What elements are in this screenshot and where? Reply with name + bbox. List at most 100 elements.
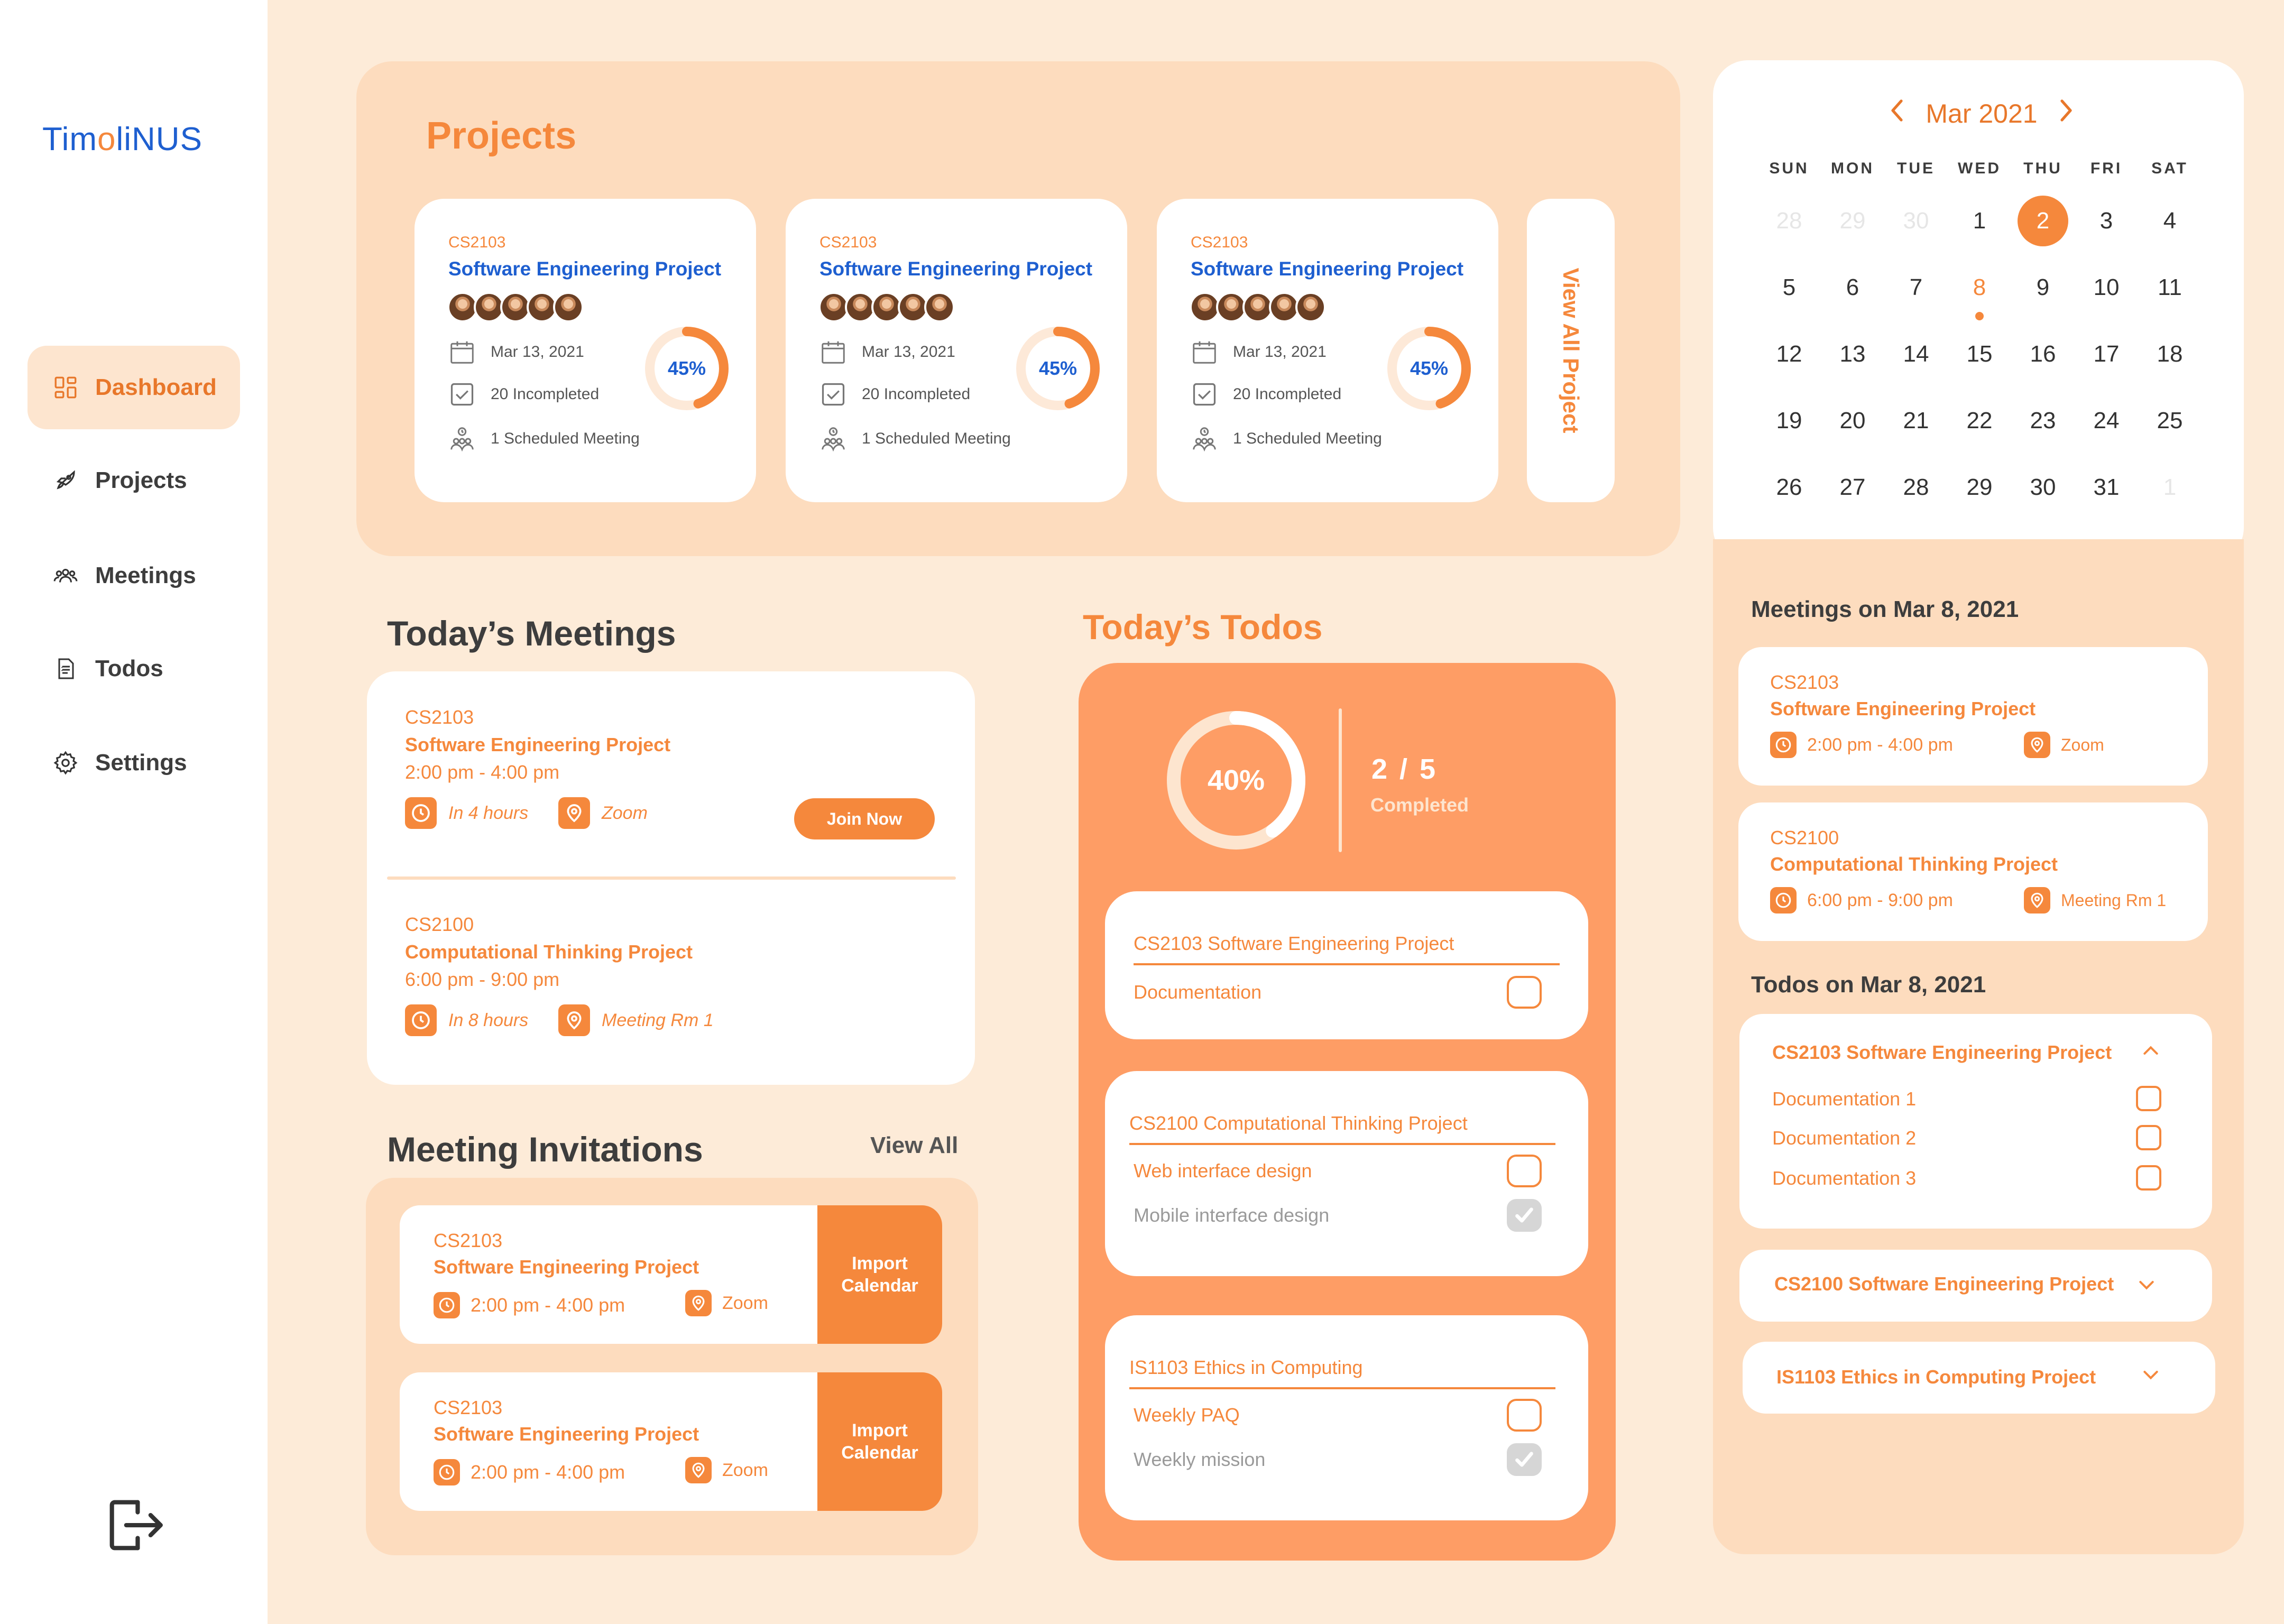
- calendar-day[interactable]: 29: [1821, 195, 1884, 247]
- calendar-day[interactable]: 29: [1948, 461, 2011, 514]
- calendar-day[interactable]: 7: [1884, 261, 1948, 314]
- sidebar-item-meetings[interactable]: Meetings: [27, 534, 240, 617]
- sidebar-item-projects[interactable]: Projects: [27, 439, 240, 522]
- logout-icon[interactable]: [100, 1491, 169, 1560]
- project-name[interactable]: Software Engineering Project: [448, 258, 721, 280]
- todo-group-expanded[interactable]: CS2103 Software Engineering Project Docu…: [1739, 1014, 2212, 1229]
- chevron-down-icon[interactable]: [2140, 1364, 2161, 1385]
- todays-todos-title: Today’s Todos: [1083, 607, 1323, 647]
- project-card[interactable]: CS2103 Software Engineering Project Mar …: [415, 199, 756, 502]
- calendar-day[interactable]: 2: [2011, 195, 2075, 247]
- meeting-name[interactable]: Software Engineering Project: [405, 734, 670, 756]
- calendar-day[interactable]: 4: [2138, 195, 2202, 247]
- chevron-up-icon[interactable]: [2140, 1040, 2161, 1062]
- meeting-name[interactable]: Computational Thinking Project: [405, 941, 693, 963]
- todo-checkbox[interactable]: [2136, 1165, 2161, 1191]
- chevron-right-icon[interactable]: [2056, 97, 2077, 130]
- calendar-day[interactable]: 24: [2075, 394, 2138, 447]
- project-date-row: Mar 13, 2021: [818, 337, 955, 367]
- calendar-day[interactable]: 14: [1884, 328, 1948, 381]
- calendar-day[interactable]: 28: [1884, 461, 1948, 514]
- event-dot: [1975, 312, 1984, 320]
- calendar-day[interactable]: 18: [2138, 328, 2202, 381]
- invitation-card: CS2103 Software Engineering Project 2:00…: [400, 1205, 942, 1344]
- people-clock-icon: [818, 424, 848, 454]
- calendar-day[interactable]: 17: [2075, 328, 2138, 381]
- import-calendar-button[interactable]: Import Calendar: [817, 1205, 942, 1344]
- view-all-projects-button[interactable]: View All Project: [1527, 199, 1615, 502]
- todo-group-title[interactable]: CS2103 Software Engineering Project: [1772, 1041, 2112, 1064]
- calendar-day[interactable]: 13: [1821, 328, 1884, 381]
- calendar-day[interactable]: 30: [1884, 195, 1948, 247]
- day-meeting-card[interactable]: CS2103 Software Engineering Project 2:00…: [1738, 647, 2208, 786]
- calendar-day[interactable]: 22: [1948, 394, 2011, 447]
- sidebar-item-settings[interactable]: Settings: [27, 721, 240, 805]
- chevron-down-icon[interactable]: [2136, 1274, 2157, 1295]
- todo-checkbox[interactable]: [1507, 1155, 1542, 1187]
- project-card[interactable]: CS2103 Software Engineering Project Mar …: [786, 199, 1127, 502]
- todo-item-label: Documentation 3: [1772, 1167, 1917, 1189]
- people-clock-icon: [1190, 424, 1219, 454]
- sidebar-item-todos[interactable]: Todos: [27, 627, 240, 710]
- todo-summary-divider: [1339, 708, 1342, 852]
- calendar-day[interactable]: 8: [1948, 261, 2011, 320]
- calendar-day[interactable]: 28: [1757, 195, 1821, 247]
- calendar-day[interactable]: 16: [2011, 328, 2075, 381]
- calendar-day[interactable]: 3: [2075, 195, 2138, 247]
- calendar-day[interactable]: 20: [1821, 394, 1884, 447]
- project-name[interactable]: Software Engineering Project: [1191, 258, 1463, 280]
- calendar-day[interactable]: 15: [1948, 328, 2011, 381]
- view-all-invitations-link[interactable]: View All: [870, 1132, 958, 1159]
- todo-checkbox[interactable]: [1507, 976, 1542, 1009]
- document-icon: [52, 655, 79, 682]
- todo-group-collapsed[interactable]: IS1103 Ethics in Computing Project: [1743, 1342, 2215, 1414]
- calendar-day[interactable]: 1: [2138, 461, 2202, 514]
- checkbox-icon: [818, 380, 848, 409]
- todo-group-title[interactable]: CS2100 Software Engineering Project: [1774, 1273, 2114, 1295]
- chevron-left-icon[interactable]: [1886, 97, 1908, 130]
- app-logo[interactable]: TimoliNUS: [42, 121, 202, 158]
- project-incompleted: 20 Incompleted: [1233, 385, 1342, 403]
- join-now-button[interactable]: Join Now: [794, 798, 935, 839]
- invitation-time-row: 2:00 pm - 4:00 pm: [434, 1459, 625, 1485]
- clock-icon: [434, 1292, 460, 1318]
- calendar-day[interactable]: 11: [2138, 261, 2202, 314]
- calendar-day[interactable]: 23: [2011, 394, 2075, 447]
- sidebar-item-dashboard[interactable]: Dashboard: [27, 346, 240, 429]
- todo-group-collapsed[interactable]: CS2100 Software Engineering Project: [1739, 1250, 2212, 1322]
- calendar-day[interactable]: 6: [1821, 261, 1884, 314]
- calendar-day[interactable]: 12: [1757, 328, 1821, 381]
- project-card[interactable]: CS2103 Software Engineering Project Mar …: [1157, 199, 1498, 502]
- project-date: Mar 13, 2021: [862, 343, 955, 361]
- calendar-day[interactable]: 21: [1884, 394, 1948, 447]
- todo-checkbox[interactable]: [1507, 1399, 1542, 1432]
- calendar-day[interactable]: 31: [2075, 461, 2138, 514]
- todo-group-underline: [1129, 1143, 1555, 1145]
- calendar-icon: [1190, 337, 1219, 367]
- calendar-day[interactable]: 27: [1821, 461, 1884, 514]
- day-meeting-card[interactable]: CS2100 Computational Thinking Project 6:…: [1738, 802, 2208, 941]
- calendar-day[interactable]: 1: [1948, 195, 2011, 247]
- meeting-countdown-label: In 4 hours: [448, 802, 529, 823]
- meetings-on-date-title: Meetings on Mar 8, 2021: [1751, 596, 2019, 622]
- todo-checkbox[interactable]: [2136, 1086, 2161, 1111]
- calendar-day[interactable]: 10: [2075, 261, 2138, 314]
- clock-icon: [405, 1004, 437, 1036]
- calendar-day[interactable]: 30: [2011, 461, 2075, 514]
- todo-checkbox[interactable]: [2136, 1125, 2161, 1150]
- calendar-day[interactable]: 19: [1757, 394, 1821, 447]
- calendar-day[interactable]: 26: [1757, 461, 1821, 514]
- meeting-time: 6:00 pm - 9:00 pm: [1807, 890, 1953, 910]
- import-calendar-button[interactable]: Import Calendar: [817, 1372, 942, 1511]
- project-name[interactable]: Software Engineering Project: [819, 258, 1092, 280]
- todo-checkbox-checked[interactable]: [1507, 1443, 1542, 1476]
- calendar-day[interactable]: 9: [2011, 261, 2075, 314]
- meeting-code: CS2100: [1770, 827, 1839, 848]
- progress-label: 45%: [1410, 357, 1449, 379]
- todo-checkbox-checked[interactable]: [1507, 1199, 1542, 1232]
- calendar-day[interactable]: 25: [2138, 394, 2202, 447]
- project-meeting: 1 Scheduled Meeting: [862, 430, 1011, 447]
- calendar-icon: [447, 337, 477, 367]
- calendar-day[interactable]: 5: [1757, 261, 1821, 314]
- todo-group-title[interactable]: IS1103 Ethics in Computing Project: [1776, 1366, 2096, 1388]
